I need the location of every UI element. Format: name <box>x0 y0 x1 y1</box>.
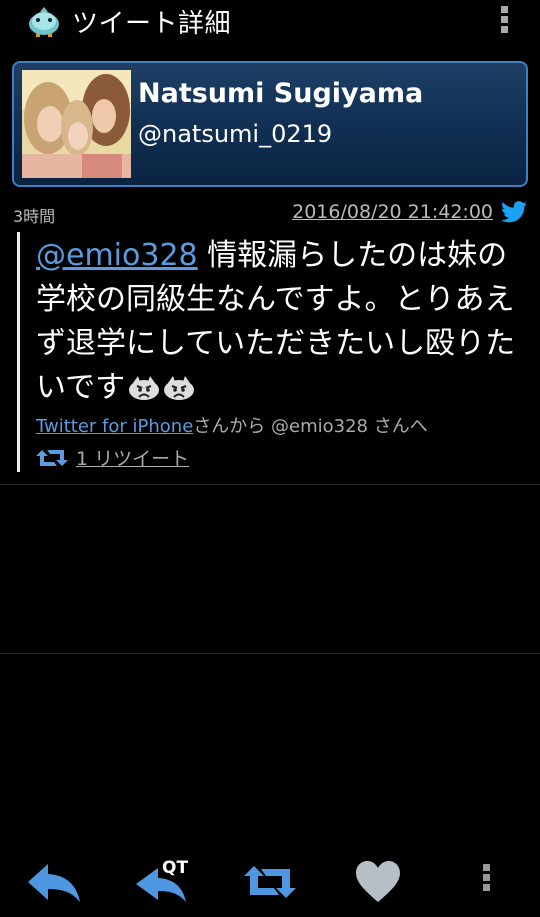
divider <box>0 484 540 485</box>
twitter-bird-icon <box>501 201 527 223</box>
elapsed-time: 3時間 <box>13 207 56 226</box>
via-suffix: さんから @emio328 さんへ <box>193 416 428 437</box>
mention-link[interactable]: @emio328 <box>36 238 198 273</box>
overflow-menu-icon[interactable] <box>494 6 514 40</box>
quote-label: QT <box>162 858 189 878</box>
quote-tweet-button[interactable]: QT <box>132 858 192 906</box>
app-bird-icon[interactable] <box>26 6 62 38</box>
tweet-timestamp[interactable]: 2016/08/20 21:42:00 <box>292 201 493 223</box>
retweet-count-line[interactable]: 1 リツイート <box>36 444 189 471</box>
favorite-heart-icon[interactable] <box>354 858 402 906</box>
bottom-toolbar: QT <box>0 850 540 914</box>
overflow-menu-icon[interactable] <box>476 864 496 900</box>
tweet-body: @emio328 情報漏らしたのは妹の学校の同級生なんですよ。とりあえず退学にし… <box>17 232 527 472</box>
divider <box>0 653 540 654</box>
action-bar: ツイート詳細 <box>0 0 540 44</box>
retweet-icon[interactable] <box>242 858 298 906</box>
reply-icon[interactable] <box>26 858 82 906</box>
screen-title: ツイート詳細 <box>72 9 232 39</box>
client-link[interactable]: Twitter for iPhone <box>36 416 193 437</box>
screen-name: @natsumi_0219 <box>138 120 333 148</box>
angry-face-icon <box>129 376 160 400</box>
tweet-text: @emio328 情報漏らしたのは妹の学校の同級生なんですよ。とりあえず退学にし… <box>36 234 516 410</box>
avatar[interactable] <box>22 70 131 178</box>
via-line: Twitter for iPhoneさんから @emio328 さんへ <box>36 412 428 438</box>
retweet-count[interactable]: 1 リツイート <box>76 448 189 470</box>
retweet-icon <box>36 450 68 466</box>
angry-face-icon <box>164 376 195 400</box>
display-name: Natsumi Sugiyama <box>138 78 424 109</box>
user-card[interactable]: Natsumi Sugiyama @natsumi_0219 <box>12 61 528 187</box>
